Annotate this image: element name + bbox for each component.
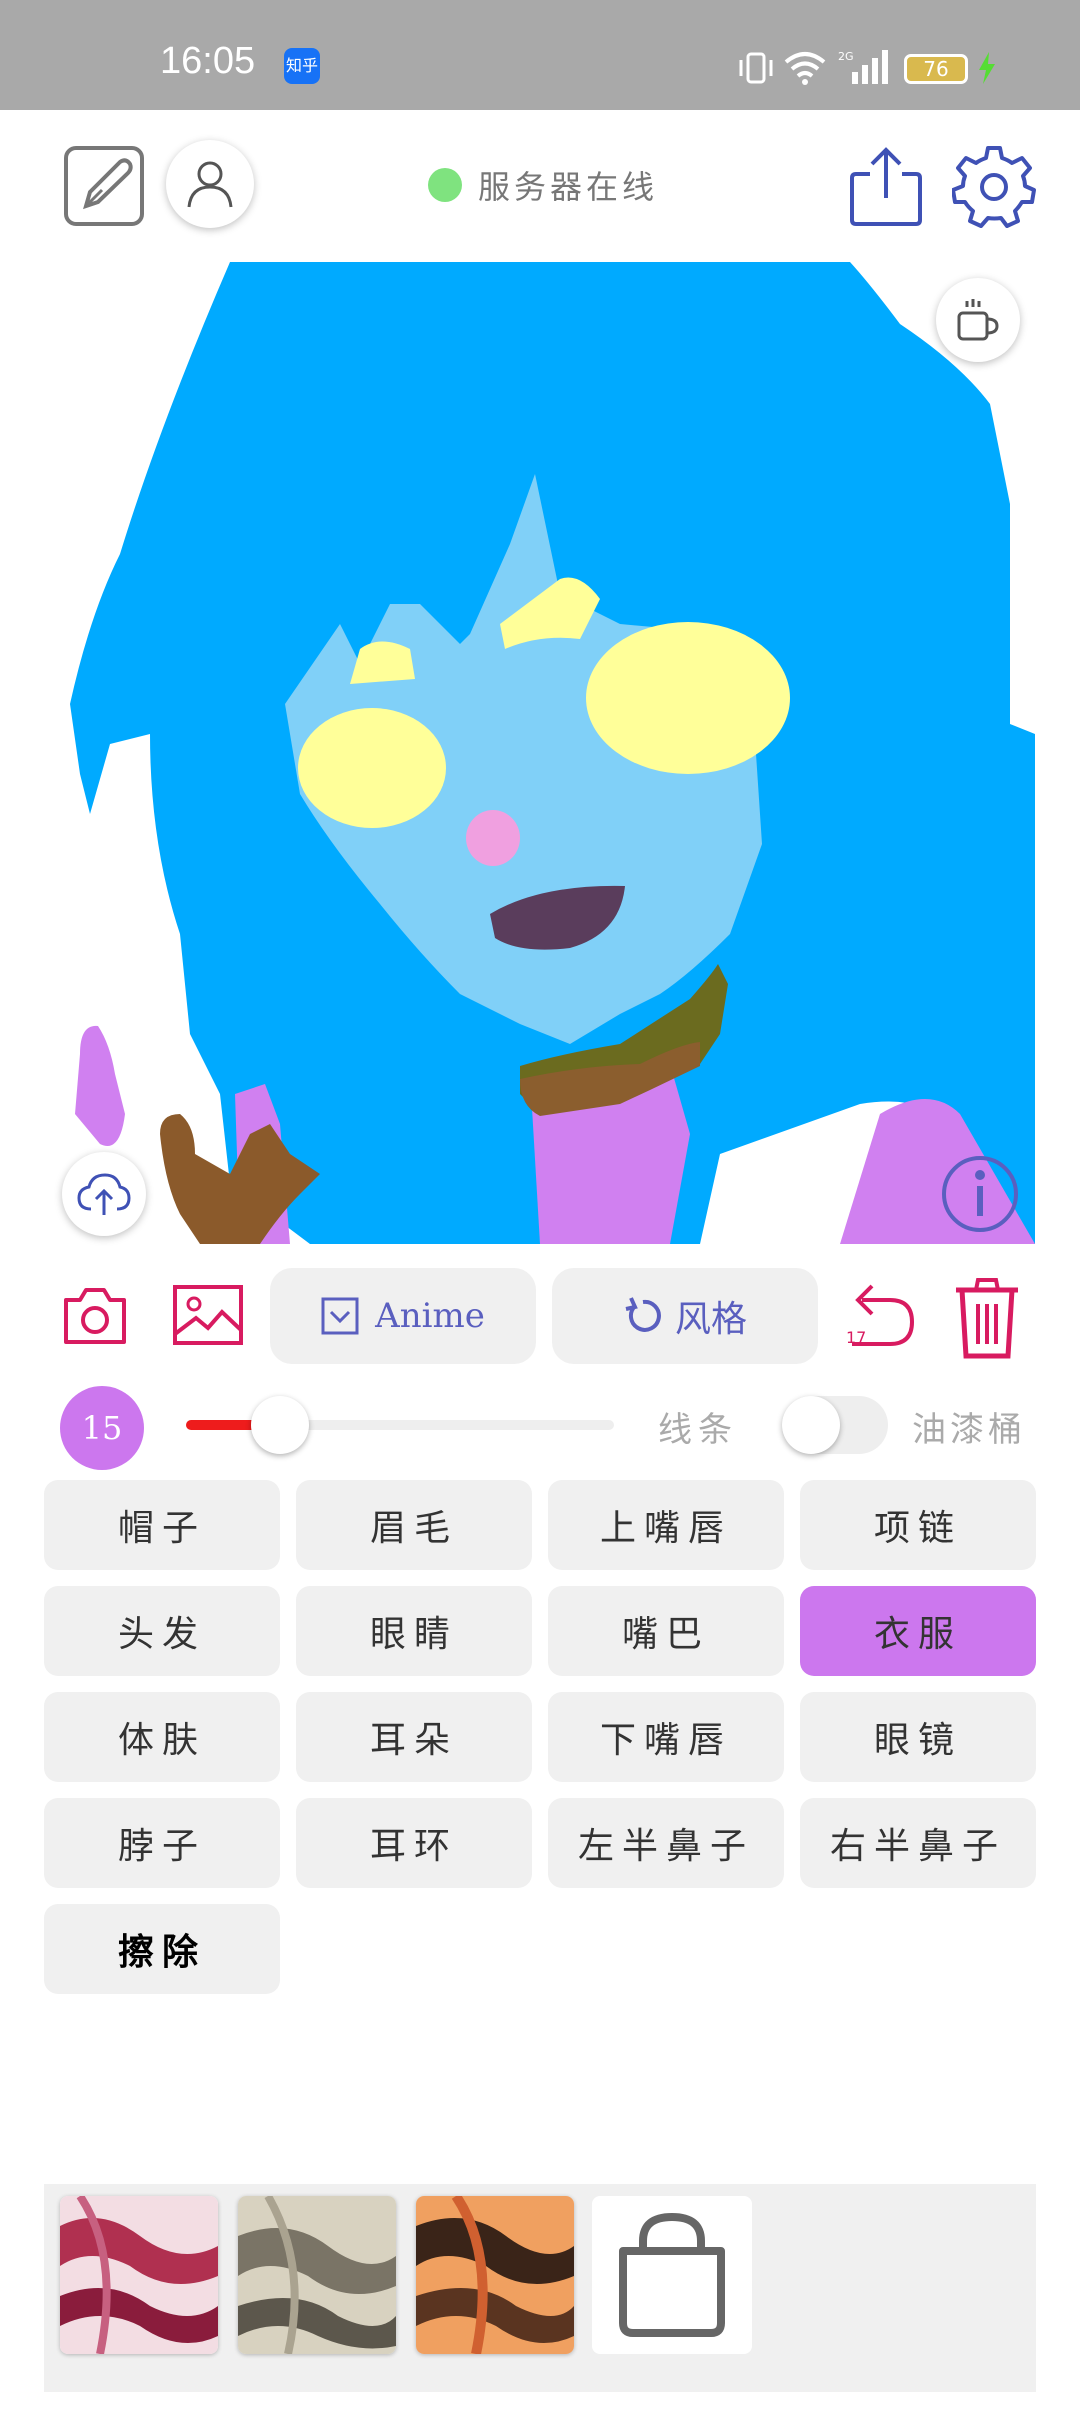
paint-bucket-label: 油漆桶	[912, 1410, 1026, 1450]
texture-shop-button[interactable]	[592, 2196, 752, 2354]
part-button[interactable]: 上嘴唇	[548, 1480, 784, 1570]
brush-size-slider-thumb[interactable]	[251, 1396, 310, 1454]
brush-size-indicator[interactable]: 15	[60, 1386, 144, 1470]
camera-icon	[64, 1288, 126, 1344]
upload-button[interactable]	[62, 1152, 146, 1236]
nose	[466, 810, 520, 866]
line-mode-label: 线条	[658, 1410, 738, 1450]
user-icon	[187, 161, 233, 208]
svg-text:2G: 2G	[838, 50, 854, 63]
part-button[interactable]: 帽子	[44, 1480, 280, 1570]
wifi-icon	[784, 52, 826, 85]
share-icon	[850, 147, 922, 226]
part-button[interactable]: 耳朵	[296, 1692, 532, 1782]
part-button[interactable]: 眼睛	[296, 1586, 532, 1676]
server-status-text: 服务器在线	[478, 168, 659, 206]
battery-indicator: 76	[904, 54, 968, 84]
part-button[interactable]: 项链	[800, 1480, 1036, 1570]
part-button[interactable]: 右半鼻子	[800, 1798, 1036, 1888]
info-icon	[942, 1156, 1018, 1232]
part-button[interactable]: 左半鼻子	[548, 1798, 784, 1888]
part-button[interactable]: 嘴巴	[548, 1586, 784, 1676]
texture-swatch-red[interactable]	[60, 2196, 218, 2354]
trash-icon	[956, 1278, 1018, 1359]
anime-label: Anime	[375, 1296, 485, 1336]
part-button[interactable]: 擦除	[44, 1904, 280, 1994]
undo-count: 17	[846, 1328, 867, 1347]
refresh-icon	[625, 1297, 661, 1332]
anime-model-selector[interactable]: Anime	[270, 1268, 536, 1364]
part-button[interactable]: 衣服	[800, 1586, 1036, 1676]
user-profile-button[interactable]	[166, 140, 254, 228]
texture-gray-image	[238, 2196, 396, 2354]
coffee-icon	[957, 299, 999, 341]
vibrate-icon	[739, 52, 773, 84]
shopping-bag-icon	[619, 2212, 725, 2337]
part-button[interactable]: 眼镜	[800, 1692, 1036, 1782]
texture-red-image	[60, 2196, 218, 2354]
signal-icon: 2G	[838, 50, 888, 84]
status-time: 16:05	[160, 40, 256, 82]
texture-swatch-orange[interactable]	[416, 2196, 574, 2354]
part-button[interactable]: 耳环	[296, 1798, 532, 1888]
part-button[interactable]: 头发	[44, 1586, 280, 1676]
clear-canvas-button[interactable]	[952, 1276, 1022, 1360]
texture-orange-image	[416, 2196, 574, 2354]
drawing-canvas[interactable]	[0, 254, 1080, 1254]
info-button[interactable]	[940, 1154, 1020, 1234]
zhihu-app-badge: 知乎	[284, 48, 320, 84]
style-label: 风格	[674, 1299, 747, 1340]
chevron-down-box-icon	[321, 1297, 359, 1335]
part-button[interactable]: 体肤	[44, 1692, 280, 1782]
server-status-dot	[428, 168, 462, 202]
part-button[interactable]: 眉毛	[296, 1480, 532, 1570]
part-selector-grid: 帽子 眉毛 上嘴唇 项链头发 眼睛 嘴巴 衣服体肤 耳朵 下嘴唇 眼镜脖子 耳环 左半鼻子 右半鼻子擦除	[44, 1480, 1036, 1994]
edit-square-icon	[64, 146, 144, 226]
fill-mode-toggle-thumb[interactable]	[782, 1396, 840, 1454]
right-eye	[586, 622, 790, 774]
image-icon	[173, 1285, 243, 1345]
style-refresh-button[interactable]: 风格	[552, 1268, 818, 1364]
camera-button[interactable]	[62, 1284, 128, 1346]
edit-button[interactable]	[62, 144, 146, 228]
share-button[interactable]	[848, 144, 924, 228]
settings-button[interactable]	[952, 144, 1036, 228]
gallery-button[interactable]	[172, 1284, 244, 1346]
left-eye	[298, 708, 446, 828]
texture-swatch-gray[interactable]	[238, 2196, 396, 2354]
gear-icon	[952, 146, 1036, 228]
part-button[interactable]: 下嘴唇	[548, 1692, 784, 1782]
charging-icon	[979, 52, 995, 84]
part-button[interactable]: 脖子	[44, 1798, 280, 1888]
cloud-upload-icon	[77, 1173, 131, 1215]
coffee-button[interactable]	[936, 278, 1020, 362]
